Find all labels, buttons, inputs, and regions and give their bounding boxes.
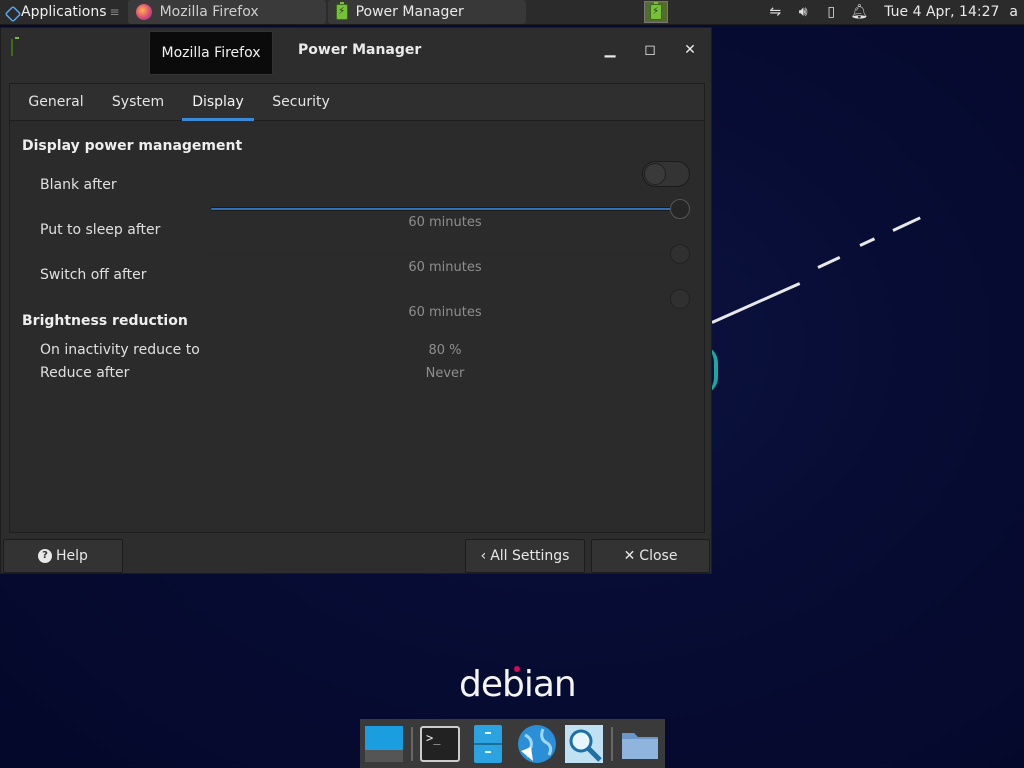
dock-separator [611, 726, 613, 761]
close-icon: ✕ [623, 548, 636, 564]
dock-web-browser[interactable] [515, 723, 557, 765]
user-menu[interactable]: a [1009, 4, 1018, 20]
dock: >_ [360, 719, 665, 768]
all-settings-button[interactable]: ‹ All Settings [465, 539, 585, 573]
all-settings-label: All Settings [490, 548, 570, 564]
notification-bell-icon[interactable]: 🔔︎ [850, 4, 868, 20]
search-icon [565, 724, 603, 763]
terminal-icon: >_ [420, 725, 460, 762]
help-icon: ? [38, 549, 53, 563]
xfce-icon [4, 5, 18, 19]
menu-separator-icon: ≡ [109, 5, 120, 19]
minimize-button[interactable]: ▁ [601, 41, 619, 59]
dock-file-manager[interactable] [467, 723, 509, 765]
tab-display[interactable]: Display [182, 84, 254, 121]
decor-line [859, 237, 876, 247]
tab-security[interactable]: Security [266, 84, 336, 121]
blank-after-value: 60 minutes [408, 215, 482, 230]
file-cabinet-icon [474, 724, 502, 763]
window-titlebar[interactable]: Power Manager ▁ ◻ ✕ [1, 28, 711, 74]
debian-logo-dot [514, 666, 520, 672]
reduce-after-label: Reduce after [40, 365, 130, 381]
network-icon[interactable]: ⇋ [766, 4, 784, 20]
section-title-display-power: Display power management [22, 138, 243, 154]
switch-off-after-label: Switch off after [40, 267, 147, 283]
help-button[interactable]: ? Help [3, 539, 123, 573]
reduce-to-label: On inactivity reduce to [40, 342, 200, 358]
taskbar-item-power-manager[interactable]: Power Manager [327, 0, 526, 24]
sleep-after-label: Put to sleep after [40, 222, 161, 238]
close-button-label: Close [639, 548, 678, 564]
power-manager-window: Power Manager ▁ ◻ ✕ Mozilla Firefox Gene… [0, 27, 712, 574]
top-panel: Applications ≡ Mozilla Firefox Power Man… [0, 0, 1024, 25]
applications-menu[interactable]: Applications ≡ [0, 0, 124, 25]
window-title: Power Manager [298, 42, 422, 58]
window-app-icon [11, 39, 13, 56]
reduce-to-value: 80 % [428, 343, 462, 358]
battery-icon [649, 2, 662, 20]
dock-show-desktop[interactable] [363, 723, 405, 765]
reduce-after-value: Never [425, 366, 465, 381]
settings-notebook: General System Display Security Display … [9, 83, 705, 533]
tab-system[interactable]: System [104, 84, 172, 121]
battery-status-icon[interactable]: ▯ [822, 4, 840, 20]
switch-off-after-value: 60 minutes [408, 305, 482, 320]
folder-icon [622, 732, 658, 759]
system-tray: ⇋ 🔊︎ ▯ 🔔︎ Tue 4 Apr, 14:27 a [766, 0, 1024, 25]
power-plugin-button[interactable] [643, 1, 668, 23]
slider-fill [210, 207, 680, 211]
dock-separator [411, 726, 413, 761]
taskbar-item-firefox[interactable]: Mozilla Firefox [127, 0, 326, 24]
display-power-management-switch[interactable] [642, 161, 690, 187]
battery-icon [335, 2, 348, 20]
svg-text:>_: >_ [426, 731, 441, 745]
sleep-after-value: 60 minutes [408, 260, 482, 275]
maximize-button[interactable]: ◻ [641, 41, 659, 59]
tab-bar: General System Display Security [10, 84, 704, 121]
close-window-button[interactable]: ✕ [681, 41, 699, 59]
help-button-label: Help [56, 548, 88, 564]
decor-line [892, 216, 921, 232]
switch-knob [644, 163, 666, 185]
slider-trough [210, 297, 680, 301]
clock[interactable]: Tue 4 Apr, 14:27 [884, 4, 999, 20]
firefox-icon [135, 4, 152, 20]
taskbar-item-label: Mozilla Firefox [159, 4, 259, 20]
chevron-left-icon: ‹ [480, 548, 487, 564]
taskbar-item-label: Power Manager [355, 4, 464, 20]
tab-general[interactable]: General [20, 84, 92, 121]
battery-icon [11, 39, 13, 56]
dock-folder[interactable] [619, 723, 661, 765]
debian-logo: debian [459, 664, 577, 705]
decor-line [817, 255, 841, 269]
blank-after-label: Blank after [40, 177, 117, 193]
show-desktop-icon [365, 725, 403, 762]
volume-icon[interactable]: 🔊︎ [794, 4, 812, 20]
section-title-brightness: Brightness reduction [22, 313, 188, 329]
close-button[interactable]: ✕ Close [591, 539, 710, 573]
globe-icon [518, 724, 556, 763]
taskbar-tooltip: Mozilla Firefox [149, 31, 273, 75]
dock-search[interactable] [563, 723, 605, 765]
slider-trough [210, 252, 680, 256]
applications-label: Applications [21, 4, 107, 20]
dock-terminal[interactable]: >_ [419, 723, 461, 765]
decor-line [711, 282, 801, 324]
